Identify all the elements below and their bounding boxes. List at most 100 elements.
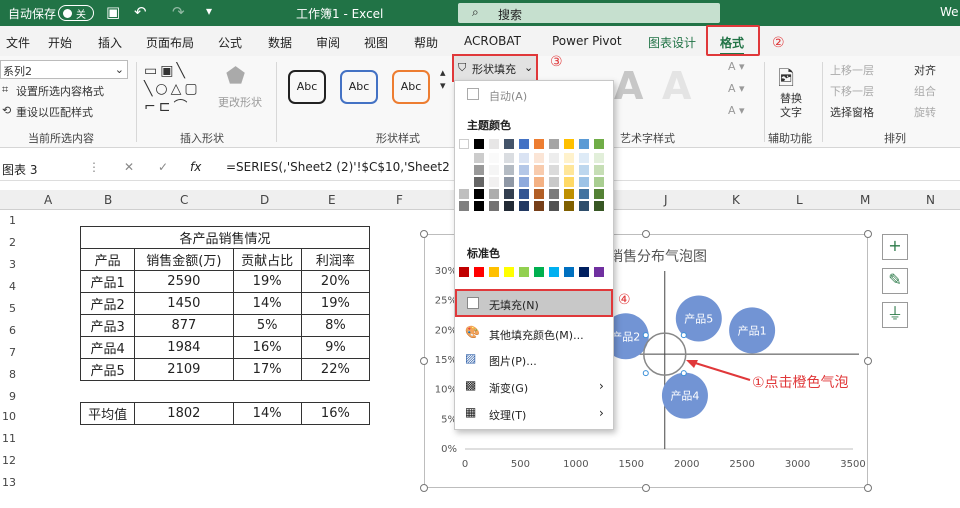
color-swatch[interactable] [504, 189, 514, 199]
text-fill-icon[interactable]: A ▾ [728, 60, 745, 73]
color-swatch[interactable] [459, 139, 469, 149]
text-effects-icon[interactable]: A ▾ [728, 104, 745, 117]
menu-item-gradient[interactable]: 渐变(G) [489, 380, 528, 396]
color-swatch[interactable] [564, 165, 574, 175]
color-swatch[interactable] [519, 177, 529, 187]
resize-handle[interactable] [420, 484, 428, 492]
table-cell[interactable]: 16% [300, 402, 371, 425]
tab-help[interactable]: 帮助 [414, 34, 438, 51]
qat-more-icon[interactable]: ▾ [206, 4, 212, 18]
resize-handle[interactable] [642, 230, 650, 238]
text-outline-icon[interactable]: A ▾ [728, 82, 745, 95]
tab-acrobat[interactable]: ACROBAT [464, 34, 521, 48]
row-header[interactable]: 10 [0, 410, 16, 423]
table-cell[interactable]: 1984 [134, 336, 234, 359]
color-swatch[interactable] [474, 153, 484, 163]
color-swatch[interactable] [564, 153, 574, 163]
color-swatch[interactable] [579, 177, 589, 187]
color-swatch[interactable] [579, 189, 589, 199]
color-swatch[interactable] [519, 201, 529, 211]
align-button[interactable]: 对齐 [914, 62, 936, 78]
row-header[interactable]: 9 [0, 390, 16, 403]
row-header[interactable]: 7 [0, 346, 16, 359]
color-swatch[interactable] [534, 139, 544, 149]
color-swatch[interactable] [534, 165, 544, 175]
gallery-scroll-icon[interactable]: ▴ ▾ [440, 66, 446, 92]
selection-pane-button[interactable]: 选择窗格 [830, 104, 874, 120]
alt-text-button[interactable]: 替换 文字 [780, 92, 802, 120]
table-header[interactable]: 利润率 [300, 248, 371, 271]
color-swatch[interactable] [489, 201, 499, 211]
color-swatch[interactable] [489, 267, 499, 277]
name-box[interactable]: 图表 3 [2, 161, 37, 178]
undo-icon[interactable]: ↶ [134, 3, 147, 21]
color-swatch[interactable] [534, 153, 544, 163]
col-header[interactable]: D [260, 193, 269, 207]
color-swatch[interactable] [579, 139, 589, 149]
resize-handle[interactable] [420, 230, 428, 238]
table-cell[interactable]: 产品2 [79, 292, 136, 315]
tab-view[interactable]: 视图 [364, 34, 388, 51]
color-swatch[interactable] [534, 201, 544, 211]
tab-page-layout[interactable]: 页面布局 [146, 34, 194, 51]
color-swatch[interactable] [504, 201, 514, 211]
color-swatch[interactable] [579, 201, 589, 211]
col-header[interactable]: A [44, 193, 52, 207]
table-cell[interactable]: 16% [232, 336, 302, 359]
change-shape-button[interactable]: 更改形状 [218, 94, 262, 110]
row-header[interactable]: 12 [0, 454, 16, 467]
col-header[interactable]: C [180, 193, 188, 207]
format-selection-button[interactable]: 设置所选内容格式 [16, 83, 104, 99]
color-swatch[interactable] [594, 165, 604, 175]
table-cell[interactable]: 19% [232, 270, 302, 293]
color-swatch[interactable] [459, 267, 469, 277]
color-swatch[interactable] [564, 139, 574, 149]
bring-forward-button[interactable]: 上移一层 [830, 62, 874, 78]
color-swatch[interactable] [459, 177, 469, 187]
shape-fill-button[interactable]: ⛉ 形状填充 ⌄ [452, 54, 538, 82]
color-swatch[interactable] [474, 201, 484, 211]
enter-icon[interactable]: ✓ [158, 160, 168, 174]
color-swatch[interactable] [534, 267, 544, 277]
row-header[interactable]: 8 [0, 368, 16, 381]
color-swatch[interactable] [519, 139, 529, 149]
color-swatch[interactable] [459, 189, 469, 199]
table-cell[interactable]: 14% [232, 292, 302, 315]
table-cell[interactable]: 产品1 [79, 270, 136, 293]
table-cell[interactable]: 8% [300, 314, 371, 337]
table-cell[interactable]: 20% [300, 270, 371, 293]
color-swatch[interactable] [549, 201, 559, 211]
menu-item-picture[interactable]: 图片(P)... [489, 353, 537, 369]
table-cell[interactable]: 2109 [134, 358, 234, 381]
color-swatch[interactable] [459, 153, 469, 163]
tab-insert[interactable]: 插入 [98, 34, 122, 51]
row-header[interactable]: 3 [0, 258, 16, 271]
table-cell[interactable]: 14% [232, 402, 302, 425]
color-swatch[interactable] [519, 165, 529, 175]
autosave-toggle[interactable]: 关 [58, 5, 94, 21]
wordart-preset-2[interactable]: A [662, 64, 691, 108]
table-cell[interactable]: 1450 [134, 292, 234, 315]
table-cell[interactable]: 22% [300, 358, 371, 381]
resize-handle[interactable] [642, 484, 650, 492]
col-header[interactable]: K [732, 193, 740, 207]
row-header[interactable]: 11 [0, 432, 16, 445]
send-backward-button[interactable]: 下移一层 [830, 83, 874, 99]
color-swatch[interactable] [534, 189, 544, 199]
color-swatch[interactable] [564, 267, 574, 277]
chart-element-dropdown[interactable]: 系列2 ⌄ [0, 60, 128, 79]
table-cell[interactable]: 平均值 [79, 402, 136, 425]
table-cell[interactable]: 17% [232, 358, 302, 381]
color-swatch[interactable] [489, 177, 499, 187]
tab-formulas[interactable]: 公式 [218, 34, 242, 51]
col-header[interactable]: J [664, 193, 668, 207]
color-swatch[interactable] [474, 165, 484, 175]
resize-handle[interactable] [420, 357, 428, 365]
color-swatch[interactable] [549, 139, 559, 149]
filter-icon[interactable]: ⏚ [882, 302, 908, 328]
color-swatch[interactable] [459, 201, 469, 211]
shapes-gallery[interactable]: ▭▣╲ ╲○△▢ ⌐⊏⌒ [144, 62, 214, 118]
color-swatch[interactable] [489, 189, 499, 199]
color-swatch[interactable] [564, 201, 574, 211]
color-swatch[interactable] [474, 189, 484, 199]
